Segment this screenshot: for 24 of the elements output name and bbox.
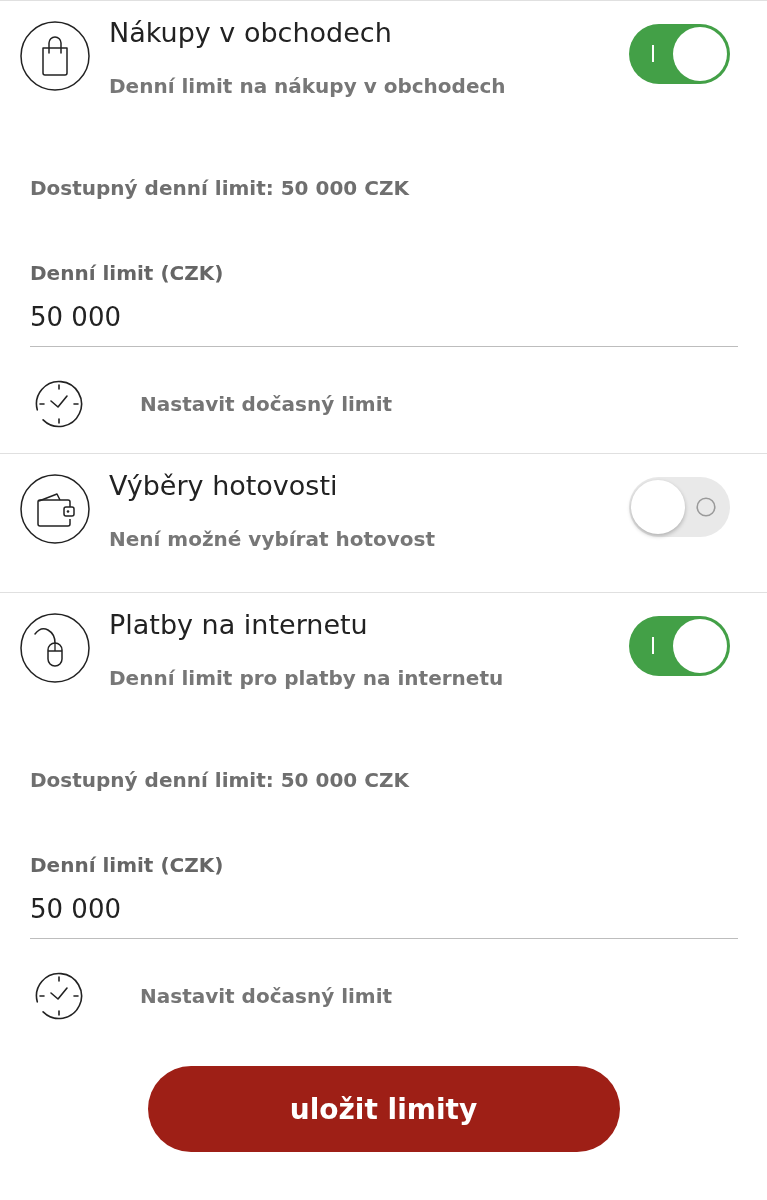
section-title: Výběry hotovosti	[109, 469, 338, 503]
shopping-bag-icon	[20, 21, 90, 91]
section-subtitle: Není možné vybírat hotovost	[109, 526, 435, 552]
section-title: Platby na internetu	[109, 608, 368, 642]
section-subtitle: Denní limit pro platby na internetu	[109, 665, 504, 691]
daily-limit-input[interactable]: 50 000	[30, 302, 738, 347]
computer-mouse-icon	[20, 613, 90, 683]
clock-icon	[35, 380, 83, 428]
temporary-limit-button[interactable]: Nastavit dočasný limit	[35, 972, 393, 1020]
field-label: Denní limit (CZK)	[30, 260, 224, 286]
available-limit-text: Dostupný denní limit: 50 000 CZK	[30, 767, 409, 793]
clock-icon	[35, 972, 83, 1020]
save-limits-button[interactable]: uložit limity	[147, 1066, 620, 1152]
temporary-limit-button[interactable]: Nastavit dočasný limit	[35, 380, 393, 428]
toggle-switch[interactable]	[629, 616, 730, 676]
section-title: Nákupy v obchodech	[109, 16, 392, 50]
field-label: Denní limit (CZK)	[30, 852, 224, 878]
daily-limit-input[interactable]: 50 000	[30, 894, 738, 939]
available-limit-text: Dostupný denní limit: 50 000 CZK	[30, 175, 409, 201]
toggle-switch[interactable]	[629, 24, 730, 84]
toggle-off-mark-icon	[696, 497, 716, 517]
wallet-icon	[20, 474, 90, 544]
toggle-switch[interactable]	[629, 477, 730, 537]
section-subtitle: Denní limit na nákupy v obchodech	[109, 73, 506, 99]
